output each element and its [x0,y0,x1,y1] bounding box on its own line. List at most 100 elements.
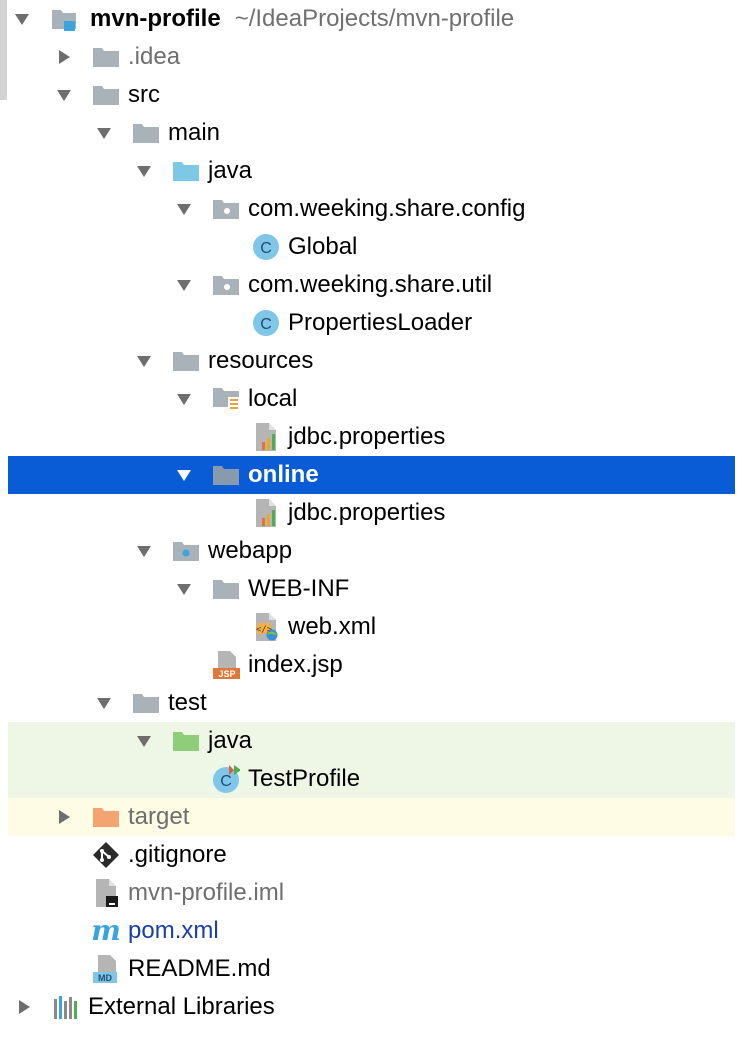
tree-label: test [168,689,207,716]
module-folder-icon [50,5,78,33]
folder-icon [212,461,240,489]
tree-label: PropertiesLoader [288,309,473,336]
tree-label: online [248,461,319,488]
resource-folder-icon [212,385,240,413]
maven-icon: m [91,914,121,947]
iml-file-icon [92,879,120,907]
tree-label: com.weeking.share.config [248,195,526,222]
expanded-arrow-icon[interactable] [174,456,194,494]
expanded-arrow-icon[interactable] [94,114,114,152]
maven-glyph: m [91,914,121,947]
folder-icon [92,81,120,109]
tree-row-test-profile[interactable]: C TestProfile [8,760,735,798]
package-icon [212,195,240,223]
folder-icon [212,575,240,603]
properties-file-icon [252,499,280,527]
expanded-arrow-icon[interactable] [174,190,194,228]
tree-row-global[interactable]: C Global [8,228,735,266]
tree-row-local-jdbc-properties[interactable]: jdbc.properties [8,418,735,456]
tree-row-main-java[interactable]: java [8,152,735,190]
expanded-arrow-icon[interactable] [12,0,32,38]
tree-label: WEB-INF [248,575,350,602]
tree-row-root[interactable]: mvn-profile ~/IdeaProjects/mvn-profile [8,0,735,38]
jsp-file-icon: JSP [212,651,240,679]
test-root-folder-icon [172,727,200,755]
test-class-icon: C [212,765,240,793]
tree-label: webapp [208,537,293,564]
web-xml-icon: </> [252,613,280,641]
tree-row-test-java[interactable]: java [8,722,735,760]
tree-label: src [128,81,160,108]
tree-label: local [248,385,298,412]
tree-label: TestProfile [248,765,361,792]
tree-label: index.jsp [248,651,343,678]
tree-row-package-config[interactable]: com.weeking.share.config [8,190,735,228]
tree-label: Global [288,233,358,260]
root-module-path: ~/IdeaProjects/mvn-profile [234,5,515,32]
tree-label: main [168,119,221,146]
tree-row-pom[interactable]: m pom.xml [8,912,735,950]
expanded-arrow-icon[interactable] [134,722,154,760]
expanded-arrow-icon[interactable] [134,152,154,190]
tree-row-iml[interactable]: mvn-profile.iml [8,874,735,912]
scrollbar[interactable] [0,0,7,100]
tree-row-web-xml[interactable]: </> web.xml [8,608,735,646]
tree-row-webapp[interactable]: webapp [8,532,735,570]
web-folder-icon [172,537,200,565]
folder-icon [132,119,160,147]
tree-row-readme[interactable]: MD README.md [8,950,735,988]
tree-row-local[interactable]: local [8,380,735,418]
tree-row-web-inf[interactable]: WEB-INF [8,570,735,608]
expanded-arrow-icon[interactable] [174,570,194,608]
tree-label: jdbc.properties [288,499,446,526]
svg-text:C: C [260,316,272,333]
tree-label: mvn-profile.iml [128,879,285,906]
tree-row-test[interactable]: test [8,684,735,722]
tree-label: target [128,803,190,830]
expanded-arrow-icon[interactable] [134,342,154,380]
expanded-arrow-icon[interactable] [174,266,194,304]
folder-icon [92,43,120,71]
tree-row-index-jsp[interactable]: JSP index.jsp [8,646,735,684]
java-class-icon: C [252,309,280,337]
collapsed-arrow-icon[interactable] [54,38,74,76]
git-icon [92,841,120,869]
svg-text:C: C [220,773,232,790]
libraries-icon [52,993,80,1021]
tree-label: pom.xml [128,917,219,944]
collapsed-arrow-icon[interactable] [54,798,74,836]
tree-row-gitignore[interactable]: .gitignore [8,836,735,874]
tree-row-properties-loader[interactable]: C PropertiesLoader [8,304,735,342]
expanded-arrow-icon[interactable] [54,76,74,114]
source-root-folder-icon [172,157,200,185]
tree-label: External Libraries [88,993,275,1020]
tree-row-target[interactable]: target [8,798,735,836]
tree-label: README.md [128,955,271,982]
root-module-name: mvn-profile [90,5,221,32]
md-badge-text: MD [98,973,112,983]
tree-label: web.xml [288,613,377,640]
jsp-badge-text: JSP [218,669,235,679]
tree-row-online[interactable]: online [8,456,735,494]
tree-label: jdbc.properties [288,423,446,450]
collapsed-arrow-icon[interactable] [14,988,34,1026]
expanded-arrow-icon[interactable] [174,380,194,418]
tree-row-src[interactable]: src [8,76,735,114]
tree-label: .idea [128,43,181,70]
project-tree: mvn-profile ~/IdeaProjects/mvn-profile .i… [8,0,735,1026]
tree-label: resources [208,347,314,374]
folder-icon [132,689,160,717]
expanded-arrow-icon[interactable] [94,684,114,722]
tree-row-idea[interactable]: .idea [8,38,735,76]
tree-row-main[interactable]: main [8,114,735,152]
excluded-folder-icon [92,803,120,831]
properties-file-icon [252,423,280,451]
tree-row-package-util[interactable]: com.weeking.share.util [8,266,735,304]
java-class-icon: C [252,233,280,261]
tree-row-resources[interactable]: resources [8,342,735,380]
tree-label: com.weeking.share.util [248,271,493,298]
expanded-arrow-icon[interactable] [134,532,154,570]
tree-row-external-libraries[interactable]: External Libraries [8,988,735,1026]
tree-row-online-jdbc-properties[interactable]: jdbc.properties [8,494,735,532]
tree-label: java [208,157,253,184]
